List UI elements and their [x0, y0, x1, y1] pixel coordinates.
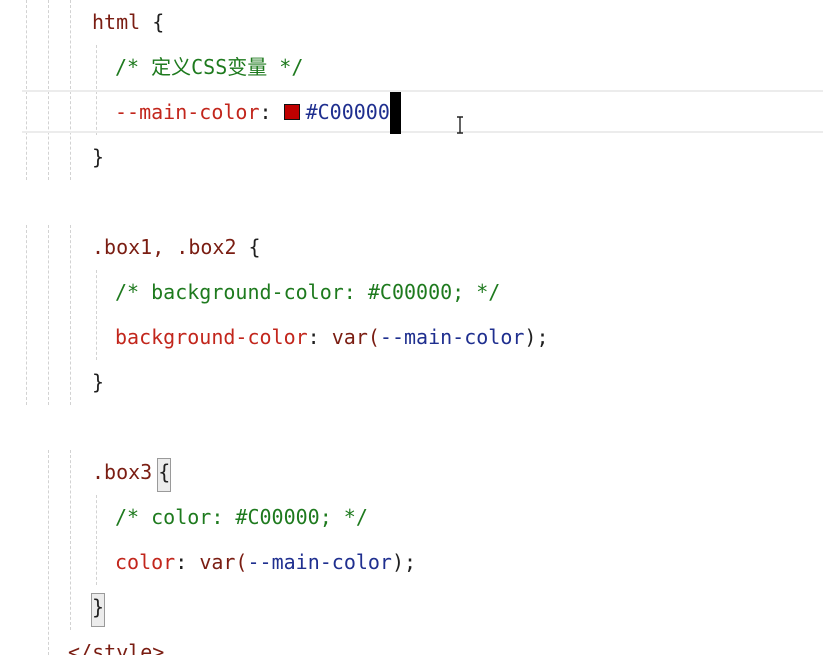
indent-guide: [48, 225, 49, 405]
css-property: background-color: [115, 325, 308, 349]
code-line[interactable]: }: [92, 135, 104, 180]
css-variable: --main-color: [379, 325, 525, 349]
css-value: #C00000: [305, 100, 390, 124]
colon: :: [175, 550, 200, 574]
code-line[interactable]: /* 定义CSS变量 */: [115, 45, 303, 90]
close-brace: }: [92, 370, 105, 394]
close-paren: );: [524, 325, 549, 349]
css-selector: html: [92, 10, 141, 34]
close-brace: }: [92, 595, 105, 619]
indent-guide: [26, 225, 27, 405]
css-selector: .box1, .box2: [92, 235, 237, 259]
open-brace: {: [158, 460, 171, 484]
code-comment: /* 定义CSS变量 */: [115, 55, 304, 79]
open-brace: {: [236, 235, 261, 259]
code-line[interactable]: }: [92, 360, 104, 405]
indent-guide: [96, 495, 97, 585]
code-line[interactable]: /* color: #C00000; */: [115, 495, 368, 540]
code-line[interactable]: background-color: var(--main-color);: [115, 315, 549, 360]
code-line[interactable]: </style>: [68, 630, 164, 655]
code-line-active[interactable]: --main-color: #C00000;: [115, 90, 402, 135]
open-brace: {: [140, 10, 165, 34]
code-editor[interactable]: html { /* 定义CSS变量 */ --main-color: #C000…: [0, 0, 823, 655]
css-selector: .box3: [92, 460, 153, 484]
close-brace: }: [92, 145, 105, 169]
close-paren: );: [391, 550, 417, 574]
indent-guide: [48, 450, 49, 655]
ibeam-cursor-icon: [456, 116, 464, 134]
indent-guide: [70, 450, 71, 630]
color-swatch-icon[interactable]: [283, 104, 300, 120]
css-variable: --main-color: [247, 550, 392, 574]
code-line[interactable]: /* background-color: #C00000; */: [115, 270, 500, 315]
code-line[interactable]: html {: [92, 0, 164, 45]
code-line[interactable]: .box3{: [92, 450, 170, 495]
css-property: --main-color: [115, 100, 260, 124]
code-line[interactable]: }: [92, 585, 104, 630]
css-function: var(: [199, 550, 248, 574]
text-caret: [390, 92, 401, 134]
code-line[interactable]: color: var(--main-color);: [115, 540, 416, 585]
indent-guide: [70, 225, 71, 405]
code-line[interactable]: .box1, .box2 {: [92, 225, 261, 270]
css-function: var(: [331, 325, 380, 349]
colon: :: [307, 325, 332, 349]
indent-guide: [96, 270, 97, 360]
code-comment: /* background-color: #C00000; */: [115, 280, 501, 304]
css-property: color: [115, 550, 176, 574]
code-comment: /* color: #C00000; */: [115, 505, 368, 529]
html-tag: </style>: [68, 640, 165, 655]
colon: :: [259, 100, 284, 124]
